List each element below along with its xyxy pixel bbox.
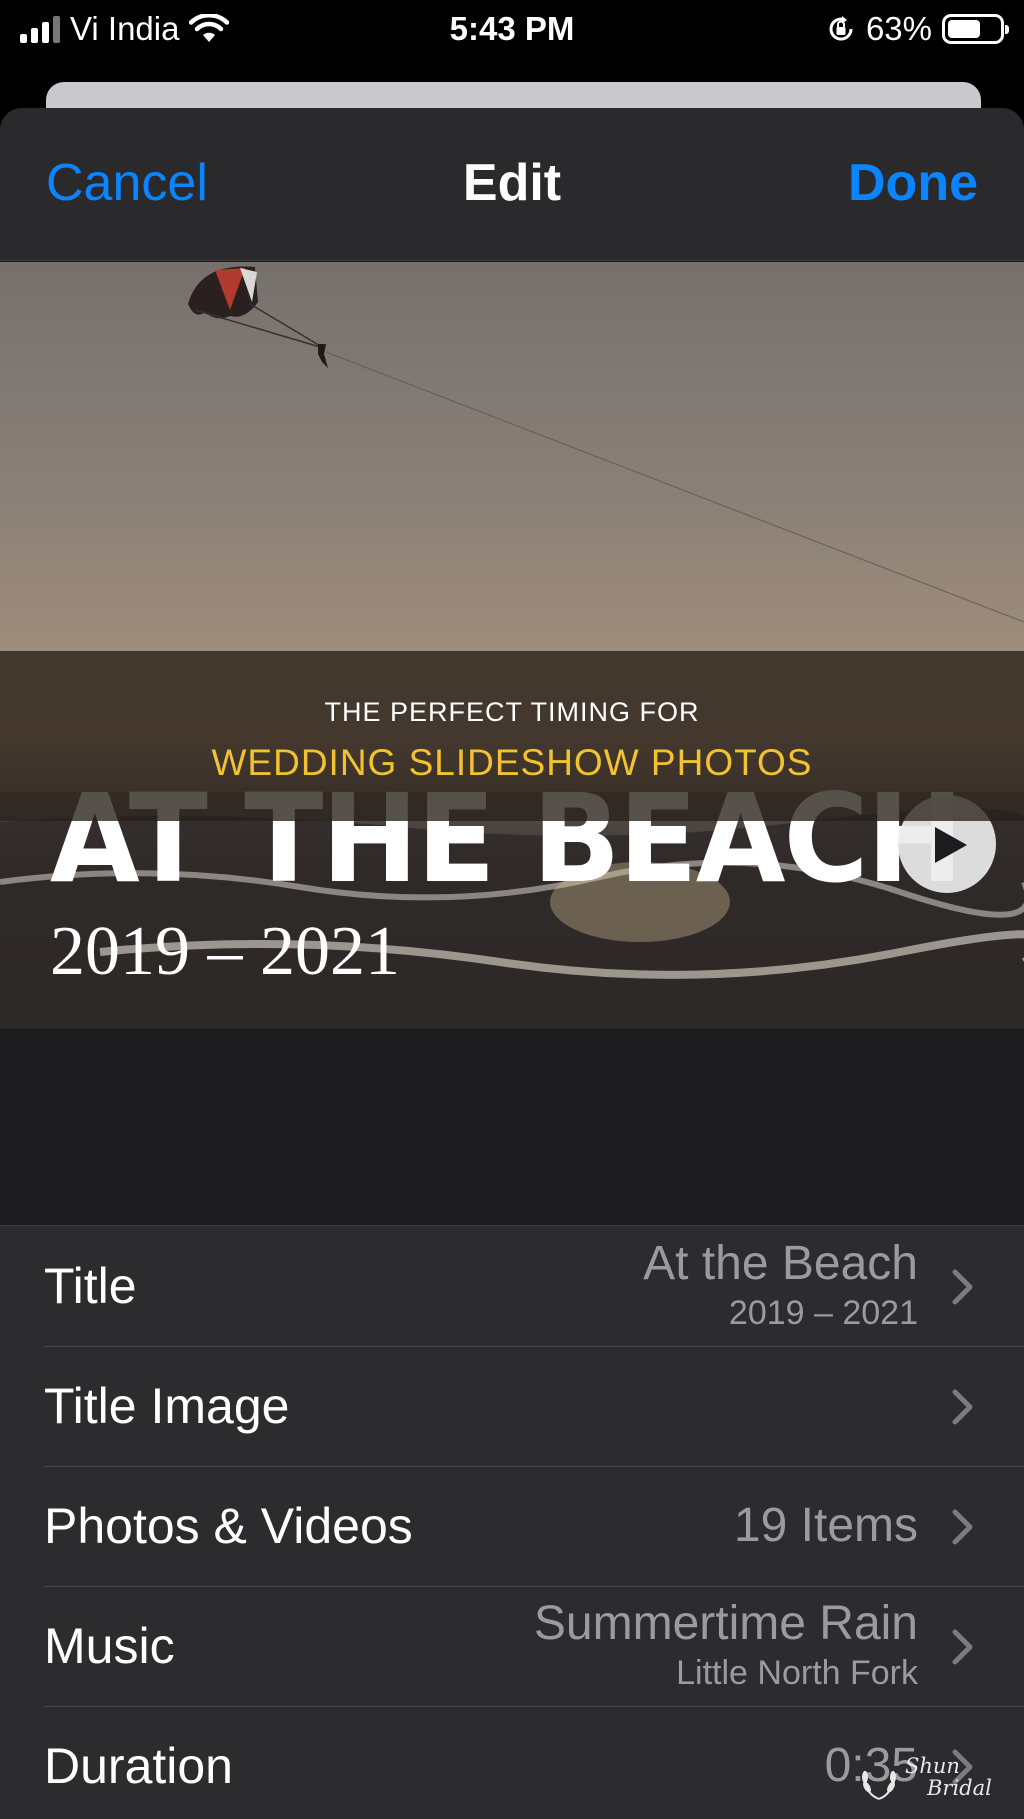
- banner-line-1: THE PERFECT TIMING FOR: [324, 697, 700, 727]
- status-right: 63%: [826, 10, 1009, 48]
- watermark-text: Shun Bridal: [905, 1755, 992, 1799]
- watermark-line-2: Bridal: [927, 1776, 992, 1800]
- chevron-right-icon: [952, 1629, 973, 1665]
- title-row[interactable]: Title At the Beach 2019 – 2021: [0, 1226, 1024, 1346]
- battery-percent: 63%: [865, 10, 932, 47]
- slideshow-years-text: 2019 – 2021: [50, 913, 400, 990]
- edit-sheet: Cancel Edit Done AT THE BEACH 2019 – 202…: [0, 108, 1024, 1819]
- done-button[interactable]: Done: [848, 153, 978, 213]
- row-value: Summertime Rain Little North Fork: [534, 1586, 918, 1706]
- row-label: Title Image: [44, 1378, 290, 1434]
- row-label: Title: [44, 1258, 137, 1314]
- article-title-banner: THE PERFECT TIMING FOR WEDDING SLIDESHOW…: [0, 651, 1024, 821]
- battery-fill: [948, 20, 980, 38]
- orientation-lock-icon: [829, 16, 853, 41]
- title-image-row[interactable]: Title Image: [0, 1346, 1024, 1466]
- watermark-line-1: Shun: [905, 1754, 960, 1778]
- chevron-right-icon: [952, 1509, 973, 1545]
- laurel-icon: [862, 1770, 896, 1800]
- row-value-sub: 2019 – 2021: [728, 1294, 918, 1332]
- row-label: Music: [44, 1618, 175, 1674]
- row-label: Photos & Videos: [44, 1498, 413, 1554]
- status-bar: Vi India 5:43 PM 63%: [0, 0, 1024, 60]
- play-icon: [935, 827, 967, 863]
- title-image-preview[interactable]: AT THE BEACH 2019 – 2021: [0, 262, 1024, 1029]
- battery-icon: [942, 14, 1009, 44]
- navigation-bar: Cancel Edit Done: [0, 108, 1024, 261]
- row-value: At the Beach 2019 – 2021: [643, 1226, 918, 1346]
- row-value-main: At the Beach: [643, 1237, 918, 1290]
- row-value: 19 Items: [734, 1466, 918, 1586]
- photos-videos-row[interactable]: Photos & Videos 19 Items: [0, 1466, 1024, 1586]
- row-label: Duration: [44, 1738, 233, 1794]
- row-value-sub: Little North Fork: [676, 1654, 918, 1692]
- row-value-main: Summertime Rain: [533, 1597, 918, 1650]
- chevron-right-icon: [952, 1389, 973, 1425]
- banner-line-2: WEDDING SLIDESHOW PHOTOS: [211, 742, 813, 783]
- music-row[interactable]: Music Summertime Rain Little North Fork: [0, 1586, 1024, 1706]
- chevron-right-icon: [952, 1269, 973, 1305]
- settings-list: Title At the Beach 2019 – 2021 Title Ima…: [0, 1225, 1024, 1819]
- shun-bridal-watermark-logo: Shun Bridal: [857, 1755, 1002, 1805]
- row-value-main: 19 Items: [733, 1499, 918, 1552]
